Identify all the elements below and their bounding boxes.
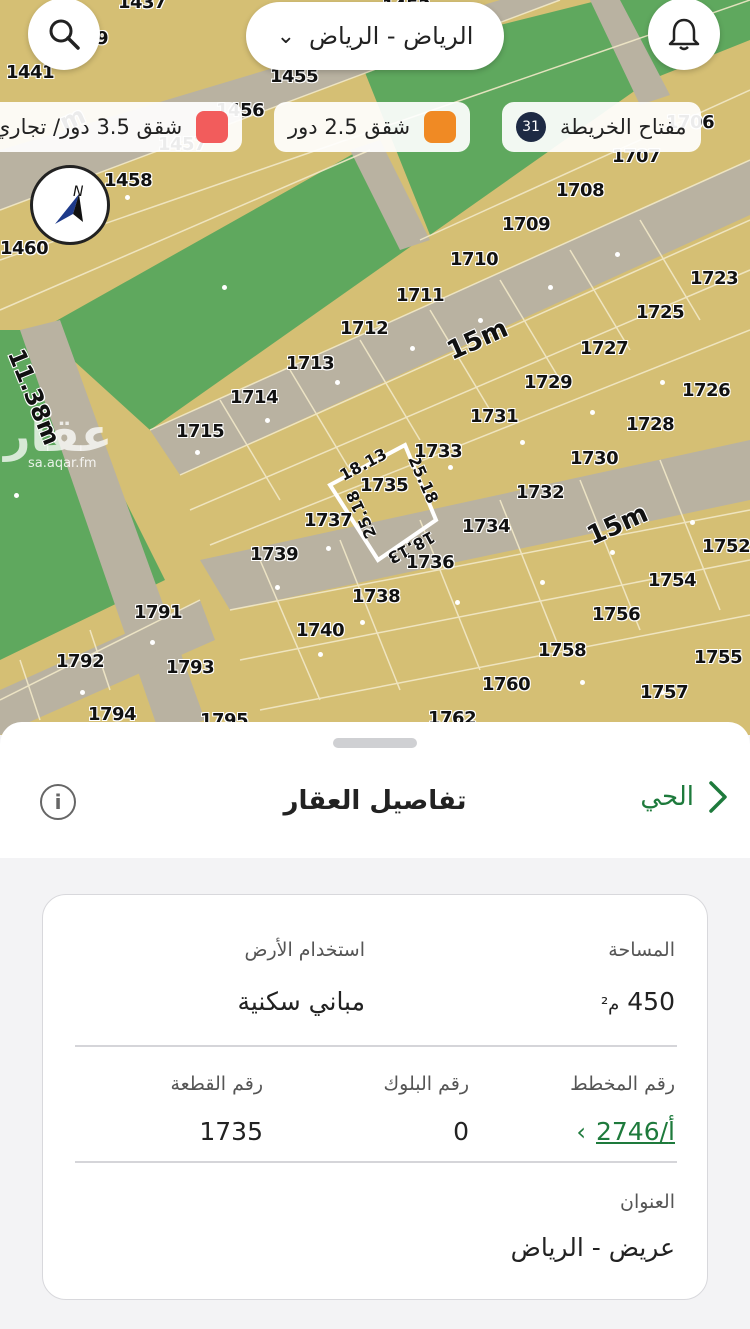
address-value: عريض - الرياض xyxy=(510,1233,675,1262)
plot-number[interactable]: 1739 xyxy=(250,544,299,565)
plot-number[interactable]: 1714 xyxy=(230,387,279,408)
plan-number-label: رقم المخطط xyxy=(570,1073,675,1095)
legend-chip-apartments-3-5[interactable]: شقق 3.5 دور/ تجاري xyxy=(0,102,243,152)
plot-number[interactable]: 1712 xyxy=(340,318,389,339)
plot-number[interactable]: 1756 xyxy=(592,604,641,625)
plot-number[interactable]: 1732 xyxy=(516,482,565,503)
plot-number[interactable]: 1735 xyxy=(360,475,409,496)
legend-chip-map-key[interactable]: 31 مفتاح الخريطة xyxy=(502,102,701,152)
sheet-title: تفاصيل العقار xyxy=(283,786,467,816)
legend-chip-label: شقق 2.5 دور xyxy=(288,115,411,139)
plot-number[interactable]: 1736 xyxy=(406,552,455,573)
plot-number[interactable]: 1728 xyxy=(626,414,675,435)
search-icon xyxy=(49,19,80,50)
sheet-header: i تفاصيل العقار الحي xyxy=(0,722,750,858)
plot-number[interactable]: 1757 xyxy=(640,682,689,703)
block-number-value: 0 xyxy=(453,1117,469,1146)
notifications-button[interactable] xyxy=(648,0,720,70)
plot-number[interactable]: 1755 xyxy=(694,647,743,668)
sheet-grabber[interactable] xyxy=(333,738,417,748)
legend-chip-label: مفتاح الخريطة xyxy=(560,115,687,139)
plot-number[interactable]: 1708 xyxy=(556,180,605,201)
area-label: المساحة xyxy=(608,939,675,961)
card-divider xyxy=(75,1161,677,1163)
property-details-sheet: i تفاصيل العقار الحي المساحة 450 م² استخ… xyxy=(0,722,750,1329)
city-selector[interactable]: ⌄ الرياض - الرياض xyxy=(246,2,504,70)
legend-chip-apartments-2-5[interactable]: شقق 2.5 دور xyxy=(274,102,471,152)
legend-chip-label: شقق 3.5 دور/ تجاري xyxy=(0,115,183,139)
plot-number[interactable]: 1729 xyxy=(524,372,573,393)
address-label: العنوان xyxy=(619,1191,675,1213)
bell-icon xyxy=(668,18,700,51)
plan-number-value: 2746/أ xyxy=(596,1117,675,1146)
district-link[interactable]: الحي xyxy=(640,780,728,814)
plot-number-label: رقم القطعة xyxy=(170,1073,263,1095)
plan-number-link[interactable]: ‹ 2746/أ xyxy=(576,1117,675,1146)
chevron-down-icon: ⌄ xyxy=(276,23,296,49)
plot-number[interactable]: 1437 xyxy=(118,0,167,13)
plot-number[interactable]: 1730 xyxy=(570,448,619,469)
search-button[interactable] xyxy=(28,0,100,70)
chevron-left-icon: ‹ xyxy=(576,1117,586,1146)
district-link-label: الحي xyxy=(640,782,694,812)
plot-number[interactable]: 1726 xyxy=(682,380,731,401)
plot-number[interactable]: 1715 xyxy=(176,421,225,442)
plot-number[interactable]: 1711 xyxy=(396,285,445,306)
plot-number[interactable]: 1740 xyxy=(296,620,345,641)
chevron-right-icon xyxy=(709,781,727,813)
plot-number[interactable]: 1738 xyxy=(352,586,401,607)
legend-swatch-red xyxy=(196,111,229,143)
plot-number[interactable]: 1793 xyxy=(166,657,215,678)
city-selector-label: الرياض - الرياض xyxy=(309,22,474,50)
land-use-label: استخدام الأرض xyxy=(244,939,365,961)
plot-number[interactable]: 1458 xyxy=(104,170,153,191)
plot-number[interactable]: 1709 xyxy=(502,214,551,235)
plot-number[interactable]: 1760 xyxy=(482,674,531,695)
plot-number[interactable]: 1733 xyxy=(414,441,463,462)
land-use-value: مباني سكنية xyxy=(237,987,365,1016)
legend-swatch-orange xyxy=(424,111,457,143)
aqar-watermark-site: sa.aqar.fm xyxy=(28,456,97,471)
plot-number[interactable]: 1710 xyxy=(450,249,499,270)
compass-icon[interactable]: N xyxy=(30,165,110,245)
plot-number-value: 1735 xyxy=(199,1117,263,1146)
plot-number[interactable]: 1791 xyxy=(134,602,183,623)
plot-number[interactable]: 1758 xyxy=(538,640,587,661)
plot-number[interactable]: 1713 xyxy=(286,353,335,374)
area-value: 450 م² xyxy=(601,987,675,1016)
plot-number[interactable]: 1792 xyxy=(56,651,105,672)
area-number: 450 xyxy=(627,987,675,1016)
plot-number[interactable]: 1752 xyxy=(702,536,750,557)
plot-number[interactable]: 1727 xyxy=(580,338,629,359)
plot-number[interactable]: 1754 xyxy=(648,570,697,591)
card-divider xyxy=(75,1045,677,1047)
plot-number[interactable]: 1725 xyxy=(636,302,685,323)
block-number-label: رقم البلوك xyxy=(383,1073,469,1095)
plot-number[interactable]: 1734 xyxy=(462,516,511,537)
plot-number[interactable]: 1723 xyxy=(690,268,739,289)
plot-number[interactable]: 1737 xyxy=(304,510,353,531)
legend-count-badge: 31 xyxy=(516,112,546,142)
property-details-card: المساحة 450 م² استخدام الأرض مباني سكنية… xyxy=(42,894,708,1300)
plot-number[interactable]: 1731 xyxy=(470,406,519,427)
area-unit: م² xyxy=(600,994,620,1015)
map-view[interactable]: عقار sa.aqar.fm 15m 15m 11.38m m 18.13 2… xyxy=(0,0,750,735)
